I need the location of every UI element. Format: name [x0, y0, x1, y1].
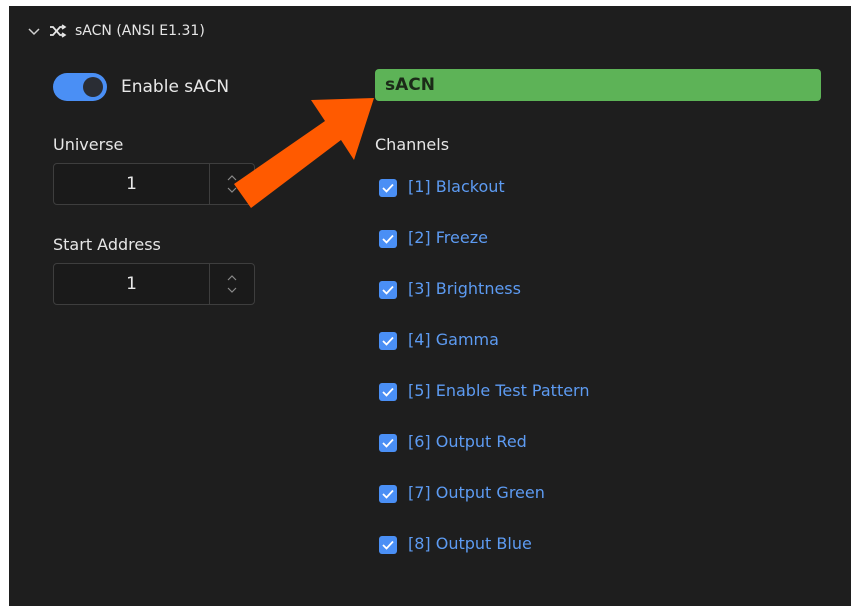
start-address-stepper[interactable]: 1 [53, 263, 255, 305]
chevron-up-icon[interactable] [227, 275, 237, 281]
chevron-down-icon[interactable] [227, 287, 237, 293]
check-icon [382, 489, 394, 499]
name-field[interactable]: sACN [375, 69, 821, 101]
channel-item[interactable]: [2] Freeze [379, 226, 590, 277]
channel-checkbox[interactable] [379, 179, 397, 197]
enable-sacn-row: Enable sACN [53, 73, 229, 101]
universe-value[interactable]: 1 [54, 164, 209, 204]
channel-checkbox[interactable] [379, 230, 397, 248]
channel-item[interactable]: [6] Output Red [379, 430, 590, 481]
check-icon [382, 183, 394, 193]
channel-checkbox[interactable] [379, 332, 397, 350]
section-header[interactable]: sACN (ANSI E1.31) [27, 20, 205, 42]
start-address-label: Start Address [53, 235, 161, 254]
channel-label[interactable]: [7] Output Green [408, 481, 545, 505]
channel-item[interactable]: [3] Brightness [379, 277, 590, 328]
universe-stepper[interactable]: 1 [53, 163, 255, 205]
shuffle-icon [50, 24, 67, 38]
channel-checkbox[interactable] [379, 383, 397, 401]
check-icon [382, 234, 394, 244]
universe-label: Universe [53, 135, 124, 154]
channel-label[interactable]: [8] Output Blue [408, 532, 532, 556]
channel-checkbox[interactable] [379, 485, 397, 503]
start-address-spin-buttons [209, 264, 254, 304]
channel-label[interactable]: [2] Freeze [408, 226, 488, 250]
channel-item[interactable]: [7] Output Green [379, 481, 590, 532]
enable-sacn-label: Enable sACN [121, 77, 230, 97]
channel-label[interactable]: [1] Blackout [408, 175, 505, 199]
channel-checkbox[interactable] [379, 536, 397, 554]
toggle-knob [83, 77, 103, 97]
section-title: sACN (ANSI E1.31) [75, 23, 205, 39]
channel-checkbox[interactable] [379, 281, 397, 299]
annotation-arrow-icon [234, 98, 374, 208]
sacn-panel: sACN (ANSI E1.31) Enable sACN Universe 1… [9, 6, 851, 606]
channel-item[interactable]: [8] Output Blue [379, 532, 590, 583]
channel-item[interactable]: [1] Blackout [379, 175, 590, 226]
channel-item[interactable]: [5] Enable Test Pattern [379, 379, 590, 430]
channel-label[interactable]: [3] Brightness [408, 277, 521, 301]
channel-checkbox[interactable] [379, 434, 397, 452]
check-icon [382, 438, 394, 448]
channel-label[interactable]: [5] Enable Test Pattern [408, 379, 590, 403]
channels-heading: Channels [375, 135, 450, 154]
channel-label[interactable]: [4] Gamma [408, 328, 499, 352]
check-icon [382, 540, 394, 550]
channel-label[interactable]: [6] Output Red [408, 430, 527, 454]
channel-list: [1] Blackout [2] Freeze [3] Brightness [… [379, 175, 590, 583]
check-icon [382, 285, 394, 295]
channel-item[interactable]: [4] Gamma [379, 328, 590, 379]
chevron-down-icon[interactable] [27, 24, 41, 38]
check-icon [382, 336, 394, 346]
check-icon [382, 387, 394, 397]
start-address-value[interactable]: 1 [54, 264, 209, 304]
enable-sacn-toggle[interactable] [53, 73, 107, 101]
